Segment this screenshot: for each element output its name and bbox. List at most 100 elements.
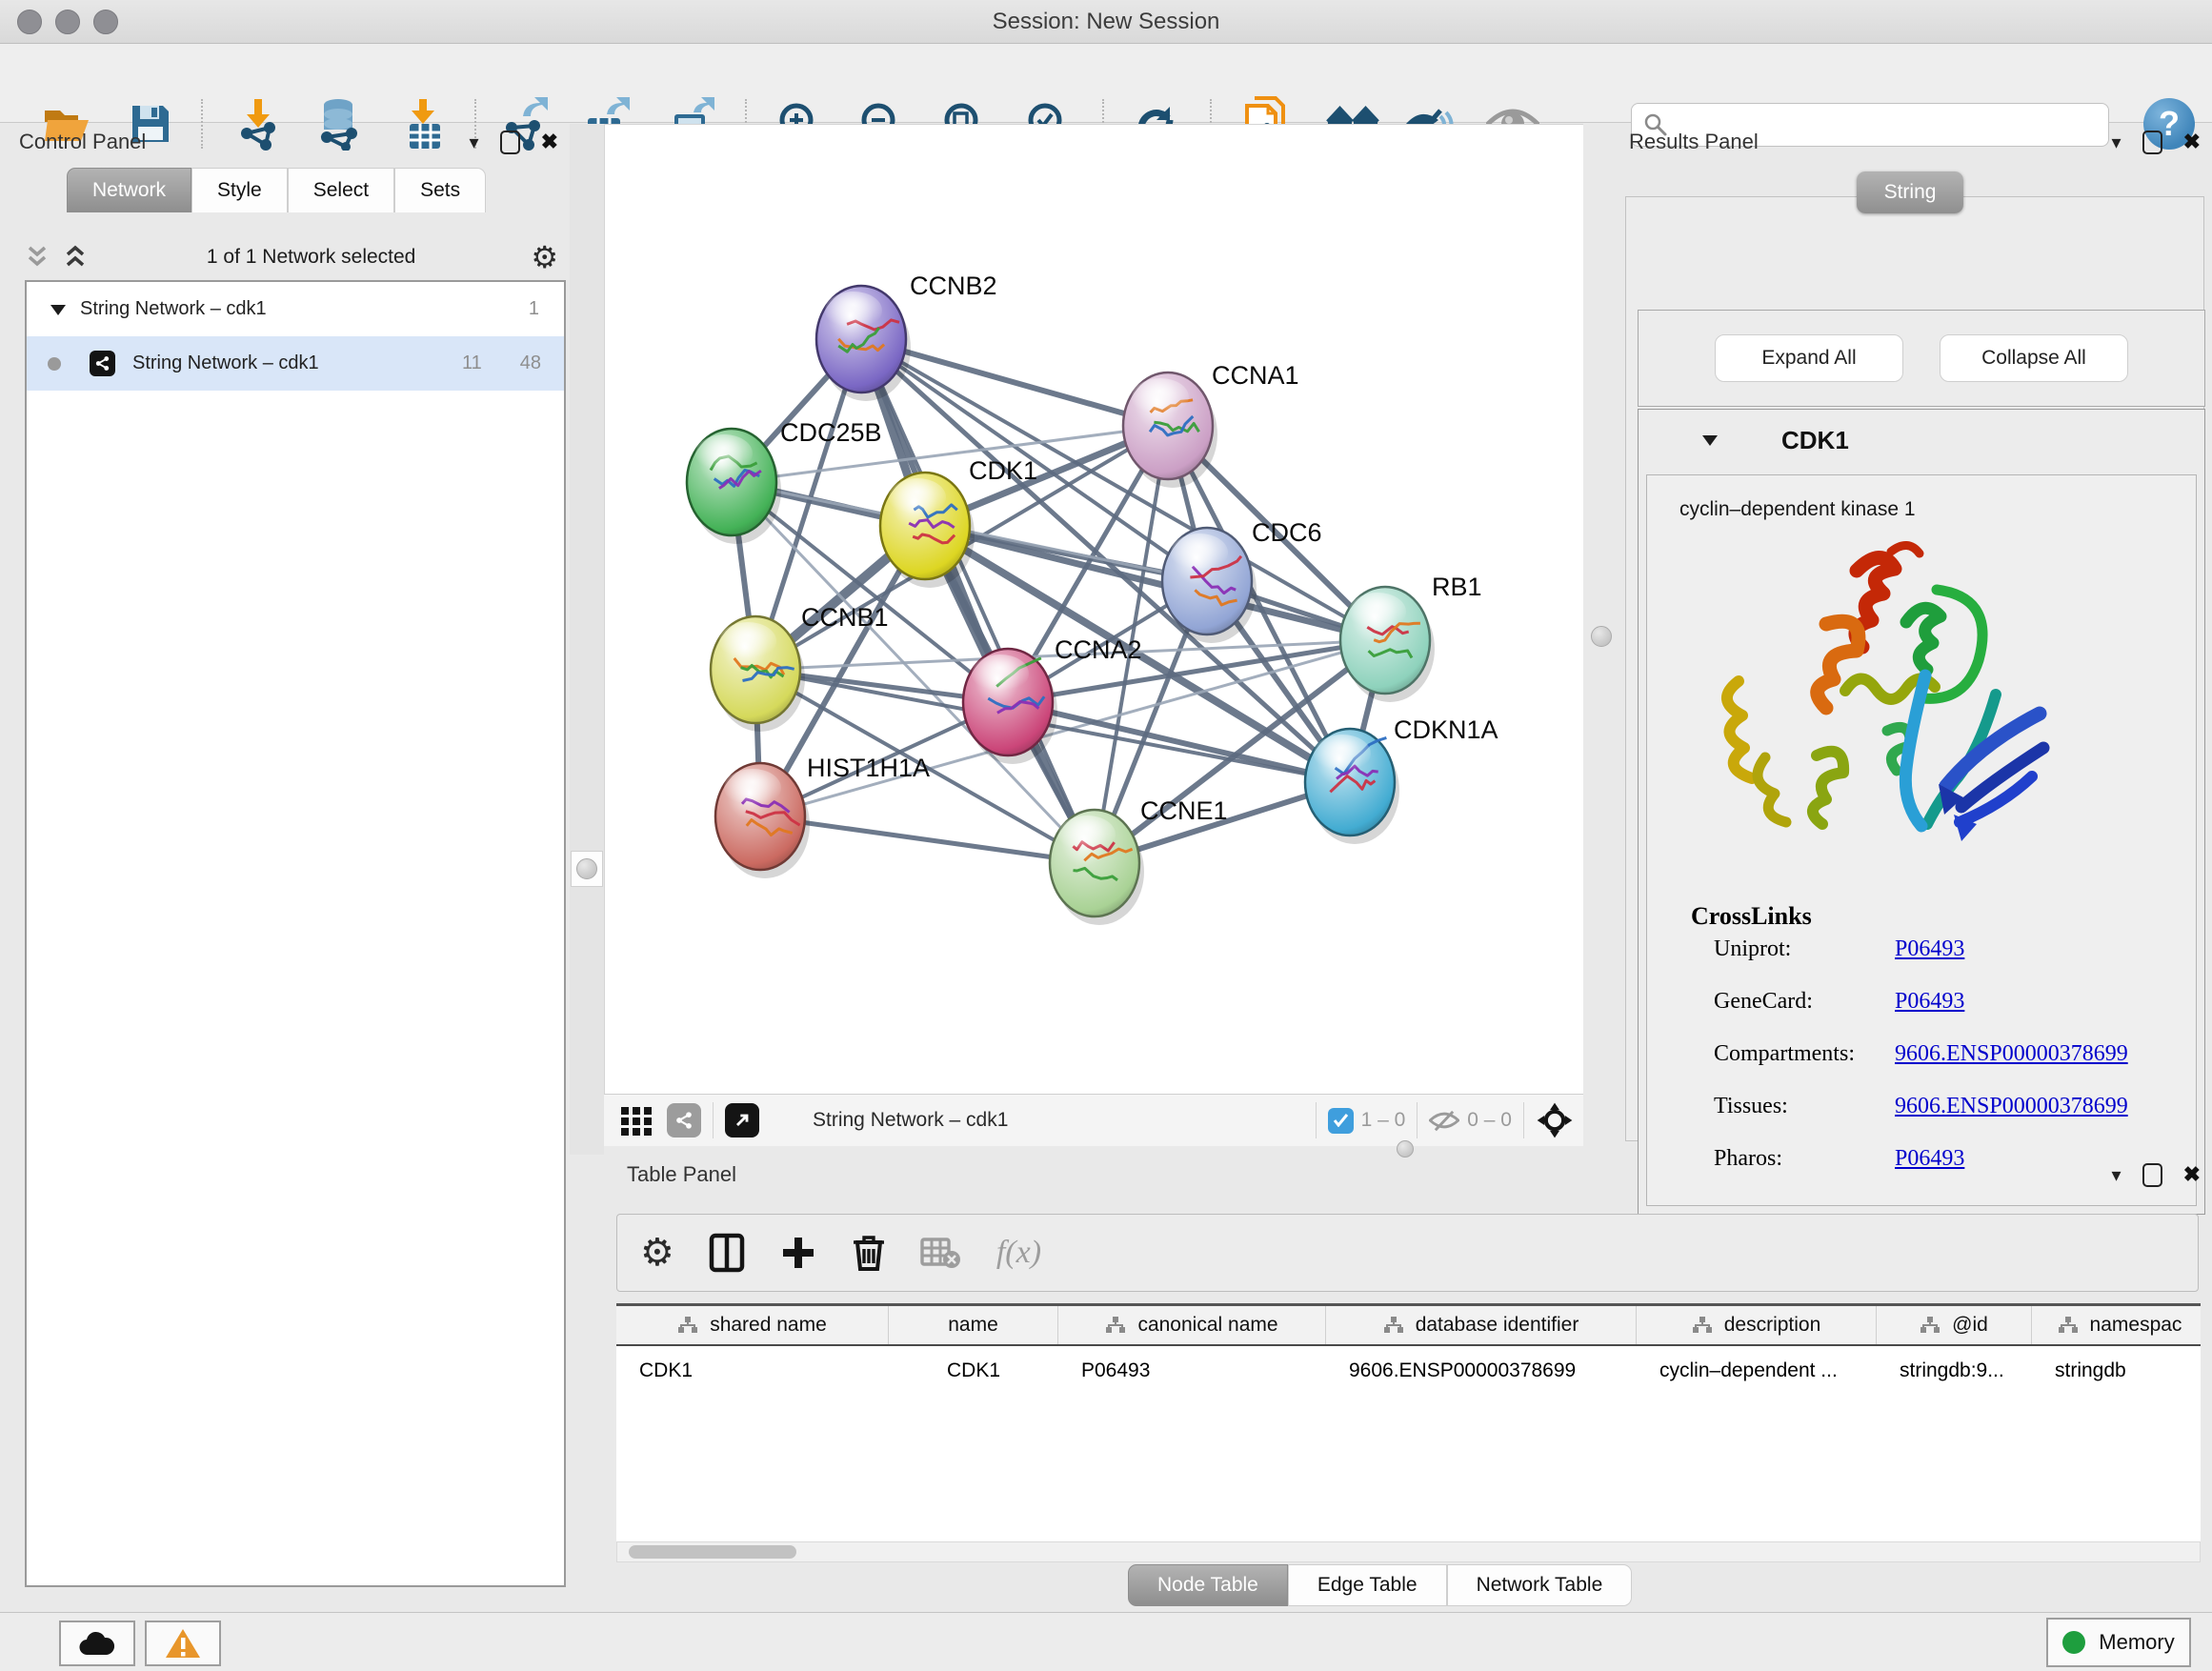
control-panel-title: Control Panel — [19, 130, 146, 154]
tab-style[interactable]: Style — [191, 168, 288, 212]
tab-edge-table[interactable]: Edge Table — [1288, 1564, 1447, 1606]
cell-name[interactable]: CDK1 — [889, 1346, 1058, 1396]
crosslinks-list: Uniprot:P06493GeneCard:P06493Compartment… — [1647, 936, 2196, 1172]
collapse-all-icon[interactable] — [25, 245, 53, 270]
column-header-canonical-name[interactable]: canonical name — [1058, 1306, 1326, 1344]
float-panel-icon[interactable] — [500, 131, 520, 154]
cell-database-identifier[interactable]: 9606.ENSP00000378699 — [1326, 1346, 1637, 1396]
tab-select[interactable]: Select — [288, 168, 394, 212]
main-toolbar: ? — [0, 44, 2212, 123]
crosslink-link[interactable]: P06493 — [1895, 989, 1964, 1015]
close-panel-icon[interactable]: ✖ — [541, 130, 558, 154]
edge-CCNB2-CCNE1[interactable] — [861, 339, 1095, 863]
application-window: Session: New Session — [0, 0, 2212, 1671]
control-panel: Control Panel ▾ ✖ NetworkStyleSelectSets… — [8, 124, 570, 1589]
expand-all-icon[interactable] — [63, 245, 91, 270]
node-label-CCNE1: CCNE1 — [1140, 796, 1228, 825]
cell-shared-name[interactable]: CDK1 — [616, 1346, 889, 1396]
node-CDC6[interactable]: CDC6 — [1162, 518, 1322, 643]
open-in-browser-icon[interactable] — [725, 1103, 759, 1137]
delete-column-icon[interactable] — [852, 1233, 886, 1273]
warnings-button[interactable] — [145, 1621, 221, 1666]
close-panel-icon[interactable]: ✖ — [2183, 1162, 2201, 1187]
network-collection-row[interactable]: String Network – cdk1 1 — [27, 282, 564, 336]
right-splitter-handle[interactable] — [1586, 619, 1617, 654]
network-graph[interactable]: CCNB2CCNA1CDC25BCDK1CDC6RB1CCNB1CCNA2CDK… — [605, 125, 1584, 1095]
column-header-database-identifier[interactable]: database identifier — [1326, 1306, 1637, 1344]
node-label-RB1: RB1 — [1432, 573, 1482, 601]
left-splitter-handle[interactable] — [571, 851, 603, 887]
column-type-icon — [677, 1316, 698, 1335]
node-RB1[interactable]: RB1 — [1340, 573, 1482, 702]
panel-menu-icon[interactable]: ▾ — [470, 131, 479, 154]
tab-node-table[interactable]: Node Table — [1128, 1564, 1288, 1606]
float-panel-icon[interactable] — [2142, 131, 2162, 154]
pan-crosshair-icon[interactable] — [1536, 1101, 1574, 1139]
cell-description[interactable]: cyclin–dependent ... — [1637, 1346, 1877, 1396]
right-splitter[interactable] — [1583, 124, 1619, 1155]
node-table: shared namenamecanonical namedatabase id… — [616, 1303, 2201, 1544]
tab-sets[interactable]: Sets — [394, 168, 486, 212]
memory-button[interactable]: Memory — [2046, 1618, 2191, 1667]
function-builder-icon[interactable]: f(x) — [996, 1235, 1041, 1271]
node-CCNE1[interactable]: CCNE1 — [1050, 796, 1228, 925]
panel-menu-icon[interactable]: ▾ — [2112, 1163, 2122, 1187]
node-CCNB1[interactable]: CCNB1 — [711, 603, 889, 732]
memory-label: Memory — [2099, 1630, 2174, 1655]
section-expander-icon[interactable] — [1701, 433, 1719, 447]
add-column-icon[interactable] — [779, 1234, 817, 1272]
column-label: description — [1724, 1314, 1821, 1337]
cell-namespac[interactable]: stringdb — [2032, 1346, 2201, 1396]
node-CDKN1A[interactable]: CDKN1A — [1305, 715, 1498, 844]
crosslink-link[interactable]: 9606.ENSP00000378699 — [1895, 1094, 2128, 1119]
tree-expander-icon[interactable] — [50, 303, 67, 316]
collapse-all-button[interactable]: Collapse All — [1940, 334, 2128, 382]
node-HIST1H1A[interactable]: HIST1H1A — [715, 754, 930, 878]
node-label-CCNB1: CCNB1 — [801, 603, 889, 632]
cloud-status-button[interactable] — [59, 1621, 135, 1666]
crosslink-link[interactable]: 9606.ENSP00000378699 — [1895, 1041, 2128, 1067]
show-columns-icon[interactable] — [709, 1233, 745, 1273]
delete-table-icon[interactable] — [920, 1236, 962, 1270]
panel-menu-icon[interactable]: ▾ — [2112, 131, 2122, 154]
cell-canonical-name[interactable]: P06493 — [1058, 1346, 1326, 1396]
column-header-namespac[interactable]: namespac — [2032, 1306, 2201, 1344]
crosslink-row: Uniprot:P06493 — [1714, 936, 2196, 962]
cell-id[interactable]: stringdb:9... — [1877, 1346, 2032, 1396]
results-panel: Results Panel ▾ ✖ String Expand All Coll… — [1619, 124, 2212, 1145]
birds-eye-grid-icon[interactable] — [619, 1103, 654, 1137]
node-label-CCNB2: CCNB2 — [910, 272, 997, 300]
scrollbar-thumb[interactable] — [629, 1545, 796, 1559]
node-label-CCNA1: CCNA1 — [1212, 361, 1299, 390]
gear-icon[interactable]: ⚙ — [531, 242, 558, 272]
column-header-description[interactable]: description — [1637, 1306, 1877, 1344]
edge-count: 48 — [520, 352, 541, 374]
column-header-name[interactable]: name — [889, 1306, 1058, 1344]
expand-all-button[interactable]: Expand All — [1715, 334, 1903, 382]
tab-network[interactable]: Network — [67, 168, 191, 212]
float-panel-icon[interactable] — [2142, 1163, 2162, 1187]
title-bar: Session: New Session — [0, 0, 2212, 44]
close-panel-icon[interactable]: ✖ — [2183, 130, 2201, 154]
crosslink-link[interactable]: P06493 — [1895, 936, 1964, 962]
network-share-icon[interactable] — [667, 1103, 701, 1137]
table-settings-icon[interactable]: ⚙ — [640, 1234, 674, 1272]
memory-status-dot — [2062, 1631, 2085, 1654]
collection-count: 1 — [529, 298, 539, 320]
crosslink-row: Compartments:9606.ENSP00000378699 — [1714, 1041, 2196, 1067]
network-view-canvas[interactable]: CCNB2CCNA1CDC25BCDK1CDC6RB1CCNB1CCNA2CDK… — [604, 124, 1585, 1096]
horizontal-scrollbar[interactable] — [616, 1541, 2201, 1562]
current-network-name: String Network – cdk1 — [813, 1109, 1008, 1132]
network-row-selected[interactable]: String Network – cdk1 11 48 — [27, 336, 564, 391]
column-type-icon — [1383, 1316, 1404, 1335]
column-header-id[interactable]: @id — [1877, 1306, 2032, 1344]
tab-network-table[interactable]: Network Table — [1447, 1564, 1633, 1606]
protein-structure-image — [1704, 531, 2104, 893]
tab-string[interactable]: String — [1857, 171, 1963, 213]
table-row[interactable]: CDK1CDK1P064939606.ENSP00000378699cyclin… — [616, 1346, 2201, 1396]
network-view-toolbar: String Network – cdk1 1 – 0 0 – 0 — [604, 1094, 1583, 1146]
selected-nodes-checkbox[interactable] — [1328, 1108, 1354, 1134]
edge-HIST1H1A-CCNE1[interactable] — [760, 816, 1095, 863]
column-header-shared-name[interactable]: shared name — [616, 1306, 889, 1344]
left-splitter[interactable] — [570, 124, 604, 1155]
